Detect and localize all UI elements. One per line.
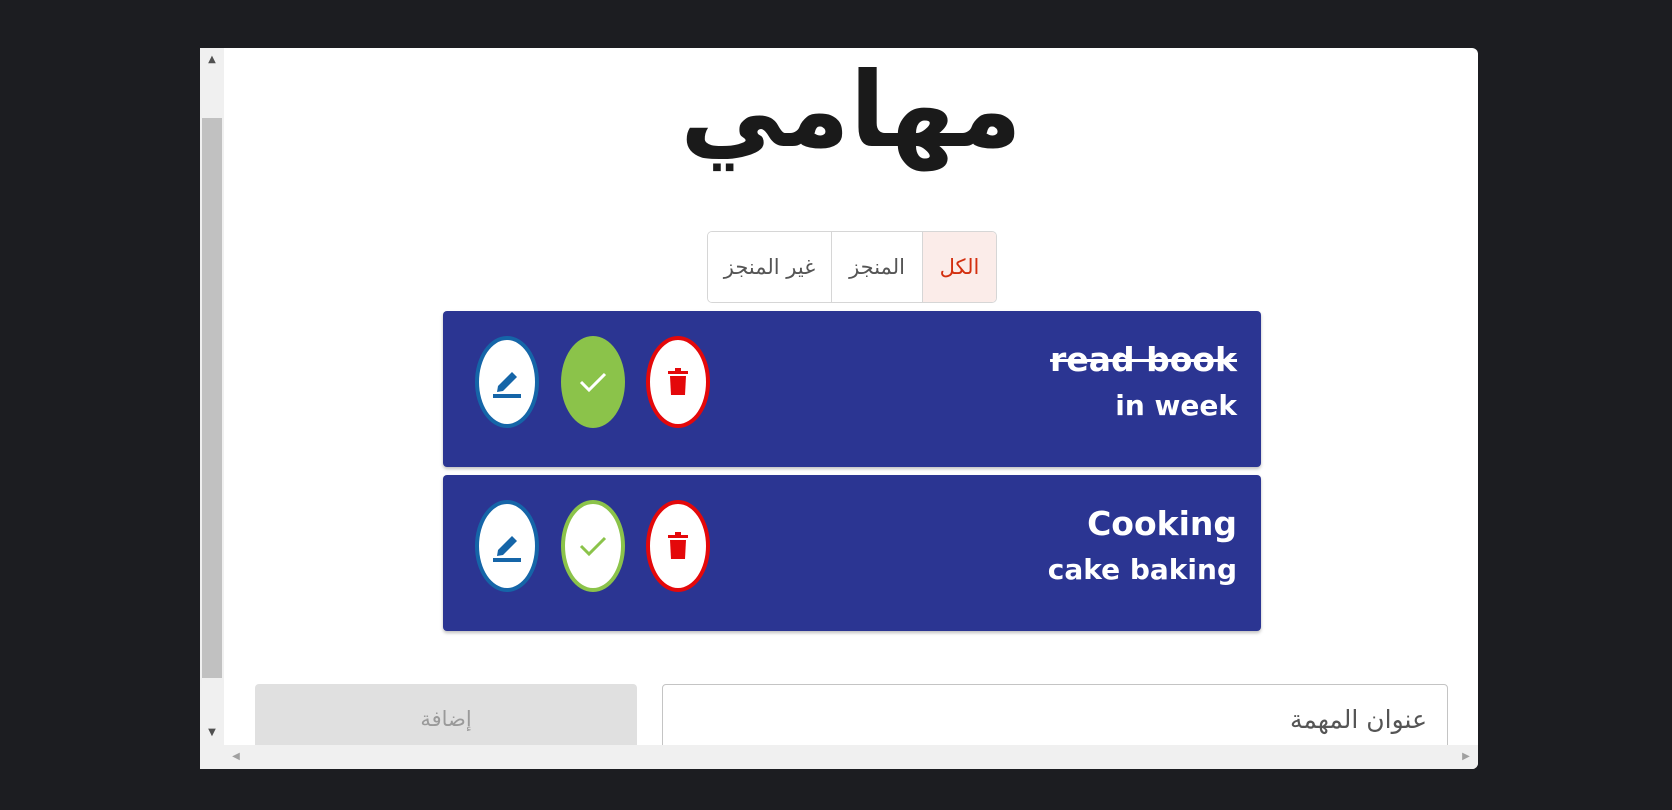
- delete-button[interactable]: [646, 336, 710, 428]
- pencil-icon: [493, 536, 521, 562]
- check-icon: [579, 536, 607, 557]
- trash-icon: [668, 532, 688, 559]
- complete-button[interactable]: [561, 500, 625, 592]
- app-window: مهامي الكل المنجز غير المنجز read book i…: [200, 48, 1478, 769]
- page-title: مهامي: [680, 49, 1022, 171]
- scroll-up-icon[interactable]: ▲: [200, 50, 224, 70]
- task-text: Cooking cake baking: [1048, 501, 1237, 593]
- scroll-right-icon[interactable]: ▶: [1456, 745, 1476, 769]
- delete-button[interactable]: [646, 500, 710, 592]
- filter-group: الكل المنجز غير المنجز: [707, 231, 997, 303]
- task-text: read book in week: [1050, 337, 1237, 429]
- filter-not-done-button[interactable]: غير المنجز: [708, 232, 831, 302]
- filter-done-button[interactable]: المنجز: [831, 232, 922, 302]
- filter-all-button[interactable]: الكل: [922, 232, 996, 302]
- trash-icon: [668, 368, 688, 395]
- scroll-down-icon[interactable]: ▼: [200, 723, 224, 743]
- add-task-button[interactable]: إضافة: [255, 684, 637, 754]
- scrollbar-corner: [200, 745, 224, 769]
- task-description: in week: [1115, 389, 1237, 422]
- edit-button[interactable]: [475, 500, 539, 592]
- check-icon: [579, 372, 607, 393]
- pencil-icon: [493, 372, 521, 398]
- scrollbar-thumb[interactable]: [202, 118, 222, 678]
- task-card: Cooking cake baking: [443, 475, 1261, 631]
- task-description: cake baking: [1047, 553, 1237, 586]
- horizontal-scrollbar[interactable]: ◀ ▶: [224, 745, 1478, 769]
- vertical-scrollbar[interactable]: ▲ ▼: [200, 48, 224, 745]
- task-card: read book in week: [443, 311, 1261, 467]
- task-title: Cooking: [1087, 504, 1237, 543]
- task-title-input[interactable]: عنوان المهمة: [662, 684, 1448, 754]
- scroll-left-icon[interactable]: ◀: [226, 745, 246, 769]
- task-title: read book: [1050, 340, 1237, 379]
- edit-button[interactable]: [475, 336, 539, 428]
- complete-button[interactable]: [561, 336, 625, 428]
